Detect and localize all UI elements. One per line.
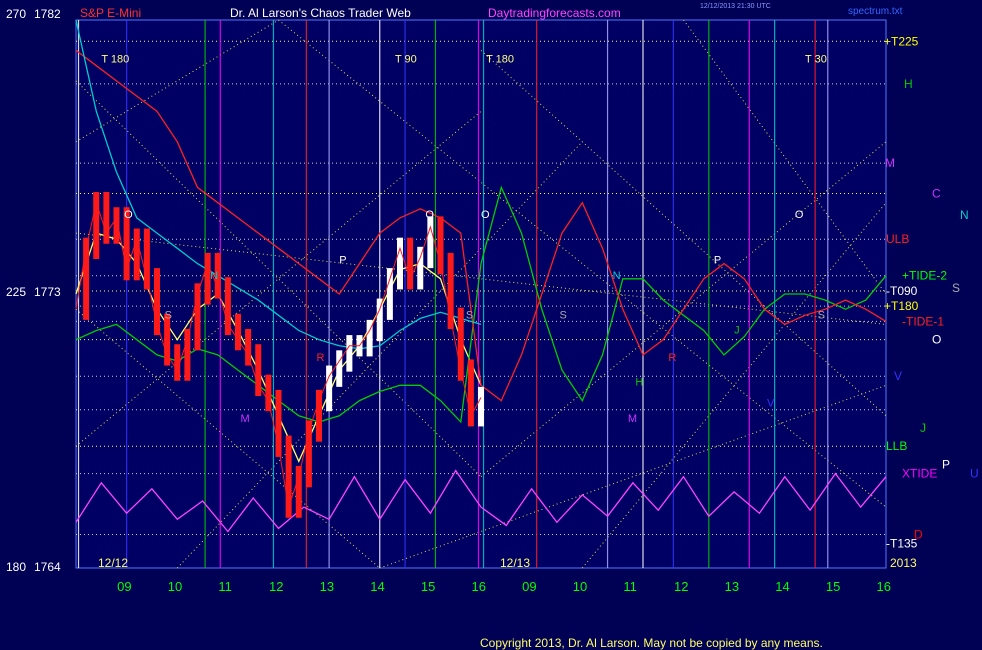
right-label: ULB — [886, 232, 909, 246]
x-tick-label: 11 — [623, 579, 637, 594]
chart-marker: J — [734, 325, 740, 337]
date-label-day1: 12/12 — [98, 556, 128, 570]
price-bar — [346, 335, 353, 372]
right-label: +T225 — [884, 34, 919, 48]
price-bar — [113, 207, 120, 244]
chart-marker: M — [628, 413, 637, 425]
right-label: LLB — [886, 439, 907, 453]
right-label: C — [932, 187, 941, 201]
chart-marker: P — [714, 255, 721, 267]
y-tick-degree-mid: 225 — [6, 285, 26, 299]
right-label: H — [904, 77, 913, 91]
right-label: XTIDE — [902, 467, 937, 481]
date-label-day2: 12/13 — [500, 556, 530, 570]
price-bar — [376, 298, 383, 342]
x-tick-label: 09 — [117, 579, 131, 594]
right-label: S — [952, 281, 960, 295]
instrument-title: S&P E-Mini — [80, 6, 141, 20]
chart-marker: O — [795, 209, 804, 221]
price-bar — [235, 313, 241, 351]
right-label: +TIDE-2 — [902, 269, 947, 283]
timestamp-stamp: 12/12/2013 21:30 UTC — [700, 3, 771, 10]
price-bar — [407, 237, 414, 290]
site-title: Daytradingforecasts.com — [488, 6, 621, 20]
x-tick-label: 10 — [168, 579, 182, 594]
price-bar — [103, 192, 110, 244]
chart-marker: T 180 — [486, 54, 514, 66]
y-tick-price-top: 1782 — [34, 7, 61, 21]
right-label: V — [894, 369, 902, 383]
chart: T 180 T 90 T 180 T 30 O O O O N N P P S S S S R R H V J M M +T… — [0, 0, 982, 650]
right-label: -T135 — [886, 537, 918, 551]
chart-marker: S — [466, 309, 473, 321]
x-tick-label: 11 — [218, 579, 232, 594]
chart-title: Dr. Al Larson's Chaos Trader Web — [230, 6, 411, 20]
year-label: 2013 — [890, 556, 917, 570]
y-tick-degree-bottom: 180 — [6, 560, 26, 574]
price-bar — [336, 350, 343, 387]
y-tick-price-bottom: 1764 — [34, 560, 61, 574]
right-label: -T090 — [886, 284, 918, 298]
right-label: O — [932, 333, 941, 347]
chart-marker: O — [481, 209, 490, 221]
y-tick-degree-top: 270 — [6, 7, 26, 21]
price-bar — [224, 277, 231, 336]
chart-marker: O — [124, 209, 133, 221]
copyright-notice: Copyright 2013, Dr. Al Larson. May not b… — [480, 636, 823, 650]
x-tick-label: 16 — [876, 579, 890, 594]
chart-marker: S — [818, 309, 825, 321]
price-bar — [265, 374, 272, 412]
x-tick-label: 14 — [775, 579, 789, 594]
right-label: N — [960, 208, 969, 222]
x-tick-label: 15 — [826, 579, 840, 594]
price-bar — [184, 329, 191, 381]
right-label: +T180 — [884, 299, 919, 313]
x-tick-label: 14 — [370, 579, 384, 594]
price-bar — [295, 466, 302, 518]
chart-marker: T 180 — [101, 54, 129, 66]
right-label: J — [920, 421, 926, 435]
price-bar — [417, 246, 424, 290]
right-label: P — [942, 457, 950, 471]
price-bar — [386, 268, 393, 320]
price-bar — [397, 237, 403, 290]
chart-marker: N — [210, 270, 218, 282]
x-tick-label: 13 — [725, 579, 739, 594]
x-tick-label: 12 — [269, 579, 283, 594]
chart-marker: R — [668, 352, 676, 364]
right-label: M — [885, 156, 895, 170]
chart-marker: S — [165, 309, 172, 321]
chart-marker: T 30 — [805, 54, 827, 66]
chart-marker: N — [613, 270, 621, 282]
price-bar — [133, 228, 140, 281]
right-label: U — [970, 467, 979, 481]
chart-marker: R — [316, 352, 324, 364]
x-tick-label: 16 — [471, 579, 485, 594]
x-tick-label: 13 — [320, 579, 334, 594]
right-label: -TIDE-1 — [902, 314, 944, 328]
x-tick-label: 09 — [522, 579, 536, 594]
chart-marker: P — [339, 255, 346, 267]
price-bar — [316, 389, 322, 442]
x-tick-label: 12 — [674, 579, 688, 594]
chart-marker: O — [425, 209, 434, 221]
x-tick-label: 15 — [421, 579, 435, 594]
chart-marker: S — [559, 309, 566, 321]
chart-marker: H — [635, 376, 643, 388]
chart-marker: T 90 — [395, 54, 417, 66]
spectrum-label: spectrum.txt — [848, 6, 903, 17]
chart-marker: V — [767, 398, 775, 410]
chart-marker: M — [241, 413, 250, 425]
x-tick-label: 10 — [573, 579, 587, 594]
y-tick-price-mid: 1773 — [34, 285, 61, 299]
price-bar — [427, 216, 434, 269]
price-bar — [478, 386, 484, 427]
